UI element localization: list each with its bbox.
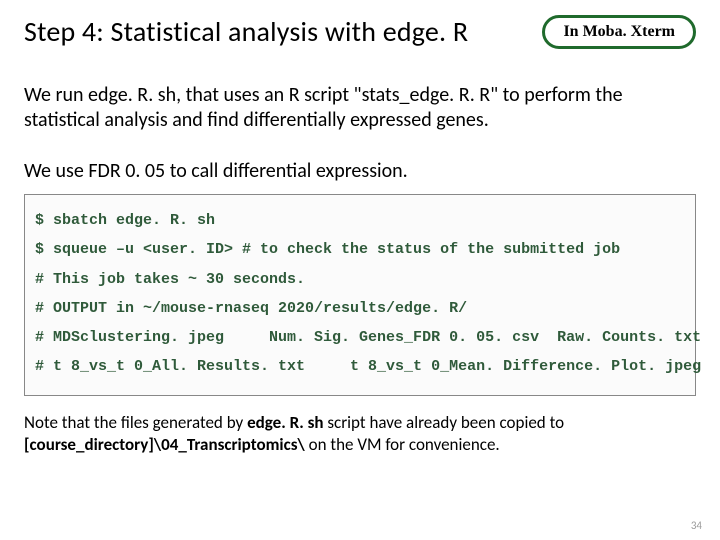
- code-line: $ sbatch edge. R. sh: [35, 209, 685, 232]
- footnote-bold: edge. R. sh: [247, 412, 323, 433]
- code-line: $ squeue –u <user. ID> # to check the st…: [35, 238, 685, 261]
- code-line: # t 8_vs_t 0_All. Results. txt t 8_vs_t …: [35, 355, 685, 378]
- header: Step 4: Statistical analysis with edge. …: [24, 14, 696, 49]
- fdr-paragraph: We use FDR 0. 05 to call differential ex…: [24, 159, 696, 184]
- slide: Step 4: Statistical analysis with edge. …: [0, 0, 720, 540]
- footnote-text: on the VM for convenience.: [305, 434, 500, 455]
- footnote: Note that the files generated by edge. R…: [24, 412, 696, 456]
- environment-badge: In Moba. Xterm: [542, 15, 696, 49]
- slide-title: Step 4: Statistical analysis with edge. …: [24, 14, 468, 49]
- intro-paragraph: We run edge. R. sh, that uses an R scrip…: [24, 83, 696, 133]
- footnote-bold: [course_directory]\04_Transcriptomics\: [24, 434, 305, 455]
- footnote-text: Note that the files generated by: [24, 412, 247, 433]
- footnote-text: script have already been copied to: [324, 412, 565, 433]
- code-line: # This job takes ~ 30 seconds.: [35, 268, 685, 291]
- code-block: $ sbatch edge. R. sh $ squeue –u <user. …: [24, 194, 696, 396]
- code-line: # OUTPUT in ~/mouse-rnaseq 2020/results/…: [35, 297, 685, 320]
- page-number: 34: [691, 519, 702, 532]
- code-line: # MDSclustering. jpeg Num. Sig. Genes_FD…: [35, 326, 685, 349]
